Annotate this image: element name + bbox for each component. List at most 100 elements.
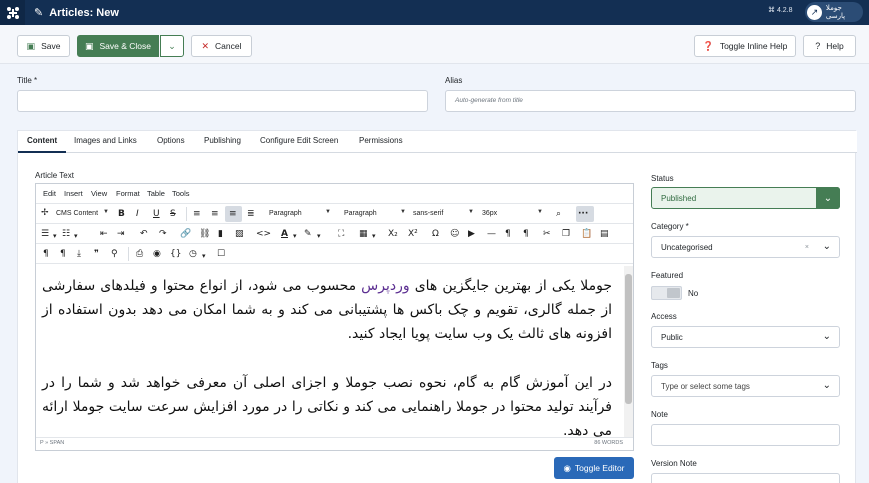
- bullet-list-icon[interactable]: ☰: [41, 228, 49, 240]
- align-right-icon[interactable]: ≡: [229, 208, 237, 220]
- format-select[interactable]: Paragraph: [266, 206, 302, 222]
- clock-icon[interactable]: ◷: [189, 248, 197, 260]
- tab-permissions[interactable]: Permissions: [359, 136, 403, 145]
- save-button[interactable]: ▣ Save: [17, 35, 70, 57]
- menu-format[interactable]: Format: [116, 189, 140, 198]
- unlink-icon[interactable]: ⛓: [199, 228, 210, 240]
- question-circle-icon: ❓: [702, 40, 714, 51]
- align-left-icon[interactable]: ≡: [193, 208, 201, 220]
- superscript-icon[interactable]: X²: [408, 228, 418, 240]
- save-dropdown-toggle[interactable]: ⌄: [160, 35, 184, 57]
- editor-toolbar-row-1: ✢ CMS Content ▼ B I U S ≡ ≡ ≡ ≣ Paragrap…: [36, 204, 633, 224]
- category-select[interactable]: Uncategorised × ⌄: [651, 236, 840, 258]
- emoticon-icon[interactable]: ☺: [450, 228, 459, 240]
- link-icon[interactable]: 🔗: [180, 228, 191, 240]
- paste-text-icon[interactable]: ▤: [600, 228, 609, 240]
- status-select[interactable]: Published ⌄: [651, 187, 840, 209]
- highlight-color-icon[interactable]: ✎: [304, 228, 312, 240]
- font-family-select[interactable]: sans-serif: [410, 206, 443, 222]
- pencil-icon: ✎: [34, 7, 44, 19]
- code-icon[interactable]: <>: [256, 228, 271, 240]
- editor-scrollbar[interactable]: [624, 266, 633, 437]
- print-icon[interactable]: ⎙: [136, 248, 143, 260]
- inline-link[interactable]: وردپرس: [361, 278, 409, 294]
- tab-configure-edit-screen[interactable]: Configure Edit Screen: [260, 136, 338, 145]
- block-select[interactable]: Paragraph: [341, 206, 377, 222]
- table-icon[interactable]: ▦: [359, 228, 368, 240]
- menu-table[interactable]: Table: [147, 189, 165, 198]
- tab-options[interactable]: Options: [157, 136, 185, 145]
- font-size-select[interactable]: 36px: [479, 206, 497, 222]
- bookmark-icon[interactable]: ▮: [218, 228, 223, 240]
- tab-bar: Content Images and Links Options Publish…: [18, 131, 857, 153]
- underline-icon[interactable]: U: [153, 208, 160, 220]
- menu-view[interactable]: View: [91, 189, 107, 198]
- chevron-down-icon: ▾: [74, 232, 78, 240]
- redo-icon[interactable]: ↷: [159, 228, 167, 240]
- copy-icon[interactable]: ❐: [562, 228, 570, 240]
- italic-icon[interactable]: I: [136, 208, 139, 220]
- visual-chars-icon[interactable]: ¶: [43, 248, 49, 260]
- save-close-button[interactable]: ▣ Save & Close: [77, 35, 159, 57]
- menu-tools[interactable]: Tools: [172, 189, 190, 198]
- horizontal-rule-icon[interactable]: —: [487, 228, 496, 240]
- tab-content[interactable]: Content: [27, 136, 57, 145]
- featured-toggle[interactable]: [651, 286, 682, 300]
- fullscreen-icon[interactable]: ⛶: [338, 228, 344, 240]
- chevron-down-icon: ▼: [325, 209, 331, 215]
- alias-input[interactable]: Auto-generate from title: [445, 90, 856, 112]
- numbered-list-icon[interactable]: ☷: [62, 228, 70, 240]
- stamp-icon[interactable]: ⚲: [111, 248, 118, 260]
- help-button[interactable]: ? Help: [803, 35, 856, 57]
- template-icon[interactable]: {}: [170, 248, 181, 260]
- title-input[interactable]: [17, 90, 428, 112]
- align-justify-icon[interactable]: ≣: [247, 208, 255, 220]
- align-center-icon[interactable]: ≡: [211, 208, 219, 220]
- toggle-inline-help-button[interactable]: ❓ Toggle Inline Help: [694, 35, 796, 57]
- tags-select[interactable]: Type or select some tags ⌄: [651, 375, 840, 397]
- chevron-down-icon: ▼: [103, 209, 109, 215]
- clear-icon[interactable]: ×: [805, 244, 809, 251]
- outdent-icon[interactable]: ⇤: [100, 228, 108, 240]
- paste-icon[interactable]: 📋: [581, 228, 592, 240]
- menu-insert[interactable]: Insert: [64, 189, 83, 198]
- joomla-icon[interactable]: [0, 0, 25, 25]
- site-name: جوملا پارسی: [825, 4, 846, 20]
- undo-icon[interactable]: ↶: [140, 228, 148, 240]
- cancel-button[interactable]: ✕ Cancel: [191, 35, 252, 57]
- cms-content-dropdown[interactable]: CMS Content: [53, 206, 98, 222]
- editor-toolbar-row-2: ☰ ▾ ☷ ▾ ⇤ ⇥ ↶ ↷ 🔗 ⛓ ▮ ▨ <> A ▾ ✎ ▾ ⛶ ▦ ▾…: [36, 224, 633, 244]
- subscript-icon[interactable]: X₂: [388, 228, 398, 240]
- tab-images-links[interactable]: Images and Links: [74, 136, 137, 145]
- note-input[interactable]: [651, 424, 840, 446]
- scrollbar-thumb[interactable]: [625, 274, 632, 404]
- omega-icon[interactable]: Ω: [432, 228, 439, 240]
- anchor-icon[interactable]: ☐: [217, 248, 225, 260]
- page-title: Articles: New: [49, 6, 119, 19]
- version-note-input[interactable]: [651, 473, 840, 483]
- image-icon[interactable]: ▨: [235, 228, 244, 240]
- toggle-editor-button[interactable]: ◉ Toggle Editor: [554, 457, 634, 479]
- title-label: Title *: [17, 76, 38, 85]
- visual-blocks-icon[interactable]: ¶: [60, 248, 66, 260]
- more-icon[interactable]: ···: [578, 208, 588, 220]
- media-icon[interactable]: ▶: [468, 228, 475, 240]
- editor-content[interactable]: جوملا یکی از بهترین جایگزین های وردپرس م…: [36, 266, 624, 437]
- access-select[interactable]: Public ⌄: [651, 326, 840, 348]
- search-icon[interactable]: ⌕: [556, 208, 561, 220]
- indent-icon[interactable]: ⇥: [117, 228, 125, 240]
- menu-edit[interactable]: Edit: [43, 189, 56, 198]
- article-text-label: Article Text: [35, 171, 74, 180]
- external-link-icon: ↗: [807, 4, 822, 20]
- blockquote-icon[interactable]: ❞: [94, 248, 99, 260]
- insert-icon[interactable]: ⤓: [77, 248, 81, 260]
- bold-icon[interactable]: B: [118, 208, 125, 220]
- ltr-icon[interactable]: ¶: [505, 228, 511, 240]
- tab-publishing[interactable]: Publishing: [204, 136, 241, 145]
- text-color-icon[interactable]: A: [281, 228, 288, 240]
- user-menu-button[interactable]: ↗ جوملا پارسی: [805, 2, 863, 22]
- rtl-icon[interactable]: ¶: [523, 228, 529, 240]
- preview-icon[interactable]: ◉: [153, 248, 161, 260]
- strikethrough-icon[interactable]: S: [170, 208, 176, 220]
- cut-icon[interactable]: ✂: [543, 228, 551, 240]
